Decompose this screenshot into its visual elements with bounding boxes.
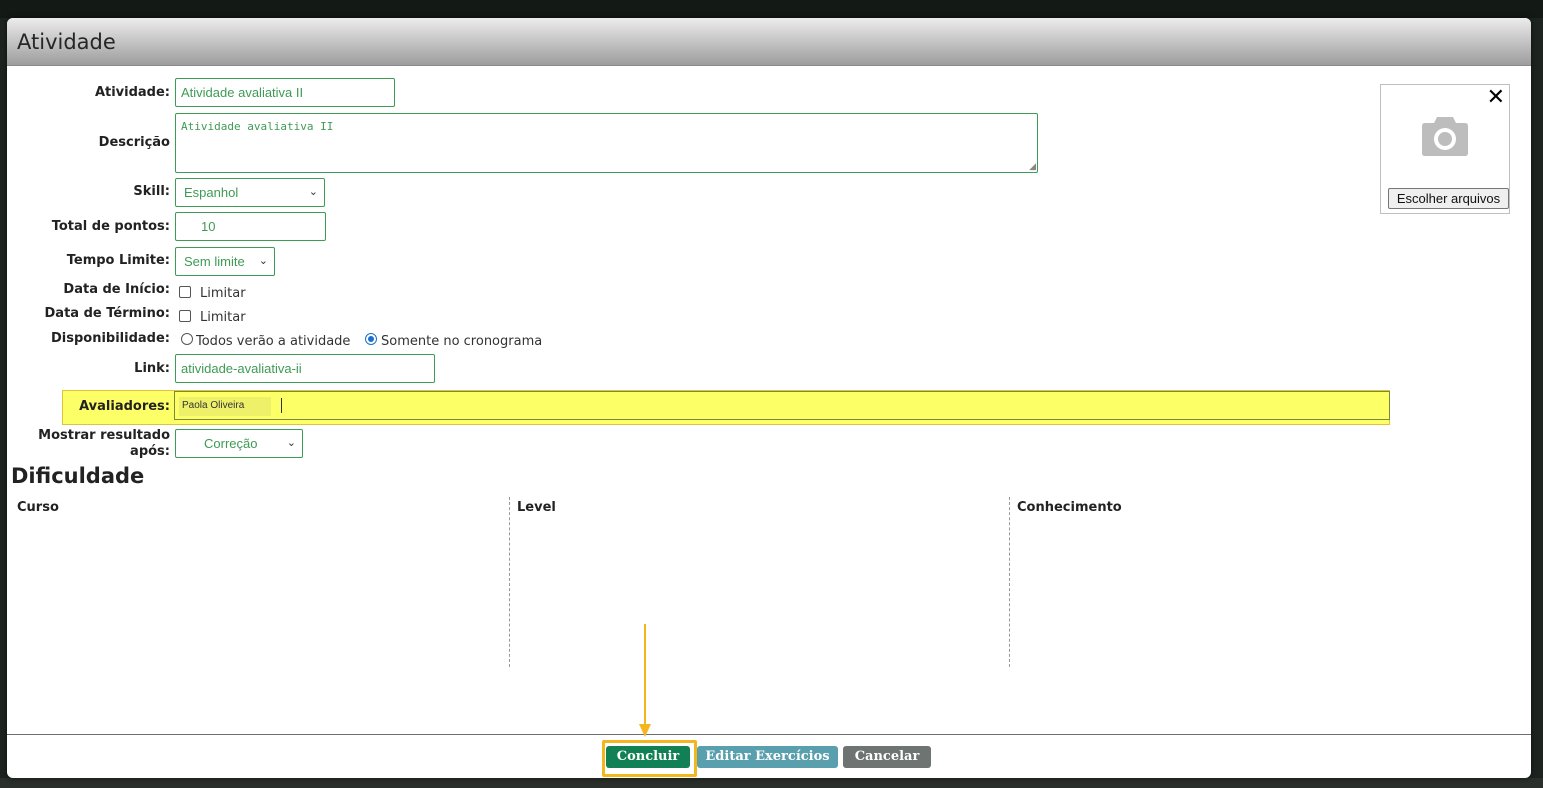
avaliadores-tag-input[interactable]: Paola Oliveira: [174, 391, 1390, 420]
footer-divider: [7, 734, 1531, 735]
chevron-down-icon: ⌄: [258, 255, 268, 267]
inicio-option-label: Limitar: [200, 286, 246, 301]
pontos-input-value: 10: [201, 219, 216, 234]
column-level: Level: [517, 500, 556, 515]
tempo-select[interactable]: Sem limite ⌄: [175, 247, 275, 276]
pontos-label: Total de pontos:: [51, 219, 170, 234]
dificuldade-title: Dificuldade: [11, 464, 145, 488]
chevron-down-icon: ⌄: [308, 186, 318, 198]
photo-upload: ✕ Escolher arquivos: [1380, 84, 1510, 214]
background-top-bar: [0, 0, 1543, 18]
mostrar-select-value: Correção: [204, 436, 258, 451]
choose-files-button[interactable]: Escolher arquivos: [1388, 188, 1509, 209]
skill-label: Skill:: [133, 184, 170, 199]
column-conhecimento: Conhecimento: [1017, 500, 1122, 515]
close-icon[interactable]: ✕: [1487, 85, 1505, 110]
column-divider: [1009, 497, 1010, 667]
skill-select-value: Espanhol: [184, 185, 239, 200]
radio-somente-label: Somente no cronograma: [381, 334, 543, 349]
mostrar-label-line2: após:: [130, 444, 170, 459]
atividade-input-value: Atividade avaliativa II: [181, 85, 304, 100]
dialog-titlebar: Atividade: [7, 18, 1531, 66]
atividade-input[interactable]: Atividade avaliativa II: [175, 78, 395, 107]
mostrar-select[interactable]: Correção ⌄: [175, 429, 303, 458]
editar-exercicios-button[interactable]: Editar Exercícios: [697, 746, 838, 768]
skill-select[interactable]: Espanhol ⌄: [175, 178, 325, 207]
column-divider: [509, 497, 510, 667]
link-label: Link:: [134, 361, 170, 376]
inicio-label: Data de Início:: [63, 282, 170, 297]
inicio-checkbox[interactable]: [179, 286, 191, 298]
column-curso: Curso: [17, 500, 59, 515]
cancelar-button[interactable]: Cancelar: [843, 746, 931, 768]
pontos-input[interactable]: 10: [175, 212, 326, 241]
link-input[interactable]: atividade-avaliativa-ii: [175, 354, 435, 383]
mostrar-label-line1: Mostrar resultado: [38, 428, 170, 443]
atividade-dialog: Atividade Atividade: Atividade avaliativ…: [7, 18, 1531, 778]
descricao-textarea[interactable]: Atividade avaliativa II ◢: [175, 113, 1038, 173]
background-bottom-content: [0, 778, 1543, 788]
link-input-value: atividade-avaliativa-ii: [181, 361, 302, 376]
camera-icon: [1422, 117, 1468, 156]
avaliadores-label: Avaliadores:: [79, 399, 170, 414]
termino-label: Data de Término:: [44, 306, 170, 321]
radio-somente[interactable]: [365, 333, 377, 345]
tempo-select-value: Sem limite: [184, 254, 245, 269]
atividade-label: Atividade:: [94, 85, 170, 100]
termino-option-label: Limitar: [200, 310, 246, 325]
radio-todos-label: Todos verão a atividade: [196, 334, 351, 349]
resize-grip-icon[interactable]: ◢: [1029, 161, 1036, 172]
annotation-arrow-icon: [639, 624, 651, 737]
disponibilidade-label: Disponibilidade:: [50, 331, 170, 346]
descricao-textarea-value: Atividade avaliativa II: [181, 120, 334, 133]
tempo-label: Tempo Limite:: [66, 253, 170, 268]
chevron-down-icon: ⌄: [286, 437, 296, 449]
text-caret: [281, 398, 282, 413]
avaliador-tag[interactable]: Paola Oliveira: [179, 397, 271, 416]
dialog-title: Atividade: [17, 30, 116, 54]
mostrar-label: Mostrar resultado após:: [38, 428, 170, 460]
radio-todos[interactable]: [181, 333, 193, 345]
annotation-highlight-box: [602, 740, 697, 777]
descricao-label: Descrição: [98, 135, 170, 150]
termino-checkbox[interactable]: [179, 310, 191, 322]
